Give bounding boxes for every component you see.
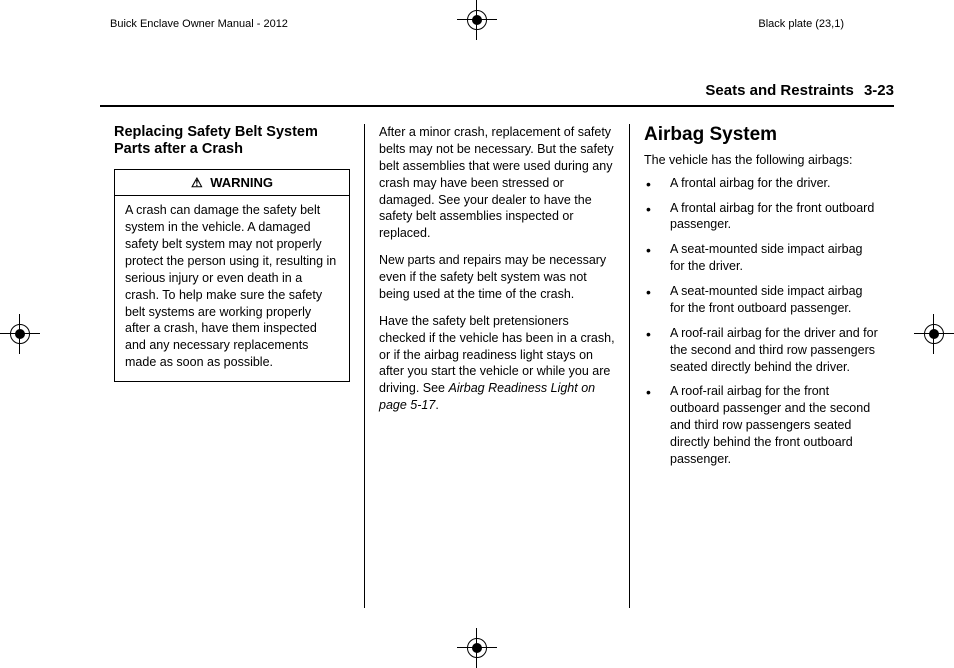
paragraph: After a minor crash, replacement of safe… [379, 124, 615, 242]
content-columns: Replacing Safety Belt System Parts after… [100, 124, 894, 608]
airbag-list: A frontal airbag for the driver. A front… [644, 175, 880, 468]
section-heading-airbag: Airbag System [644, 124, 880, 146]
paragraph: Have the safety belt pretensioners check… [379, 313, 615, 414]
airbag-intro: The vehicle has the following airbags: [644, 152, 880, 169]
registration-mark-bottom [463, 634, 491, 662]
list-item: A frontal airbag for the front outboard … [644, 200, 880, 234]
section-heading-replacing-belt: Replacing Safety Belt System Parts after… [114, 124, 350, 159]
page-number: 3-23 [864, 82, 894, 99]
list-item: A roof-rail airbag for the front outboar… [644, 383, 880, 467]
registration-mark-left [6, 320, 34, 348]
warning-icon: ⚠ [191, 174, 203, 192]
paragraph: New parts and repairs may be necessary e… [379, 252, 615, 303]
column-1: Replacing Safety Belt System Parts after… [100, 124, 364, 608]
warning-title: ⚠ WARNING [115, 170, 349, 197]
plate-info: Black plate (23,1) [758, 18, 844, 30]
list-item: A seat-mounted side impact airbag for th… [644, 241, 880, 275]
paragraph-text: . [435, 398, 438, 412]
manual-title: Buick Enclave Owner Manual - 2012 [110, 18, 288, 30]
column-2: After a minor crash, replacement of safe… [364, 124, 629, 608]
list-item: A frontal airbag for the driver. [644, 175, 880, 192]
registration-mark-right [920, 320, 948, 348]
list-item: A roof-rail airbag for the driver and fo… [644, 325, 880, 376]
warning-label: WARNING [210, 175, 273, 190]
warning-body: A crash can damage the safety belt syste… [115, 196, 349, 381]
chapter-title: Seats and Restraints [705, 82, 853, 99]
column-3: Airbag System The vehicle has the follow… [629, 124, 894, 608]
page-header: Seats and Restraints 3-23 [100, 82, 894, 107]
warning-box: ⚠ WARNING A crash can damage the safety … [114, 169, 350, 382]
print-header: Buick Enclave Owner Manual - 2012 Black … [0, 18, 954, 30]
list-item: A seat-mounted side impact airbag for th… [644, 283, 880, 317]
